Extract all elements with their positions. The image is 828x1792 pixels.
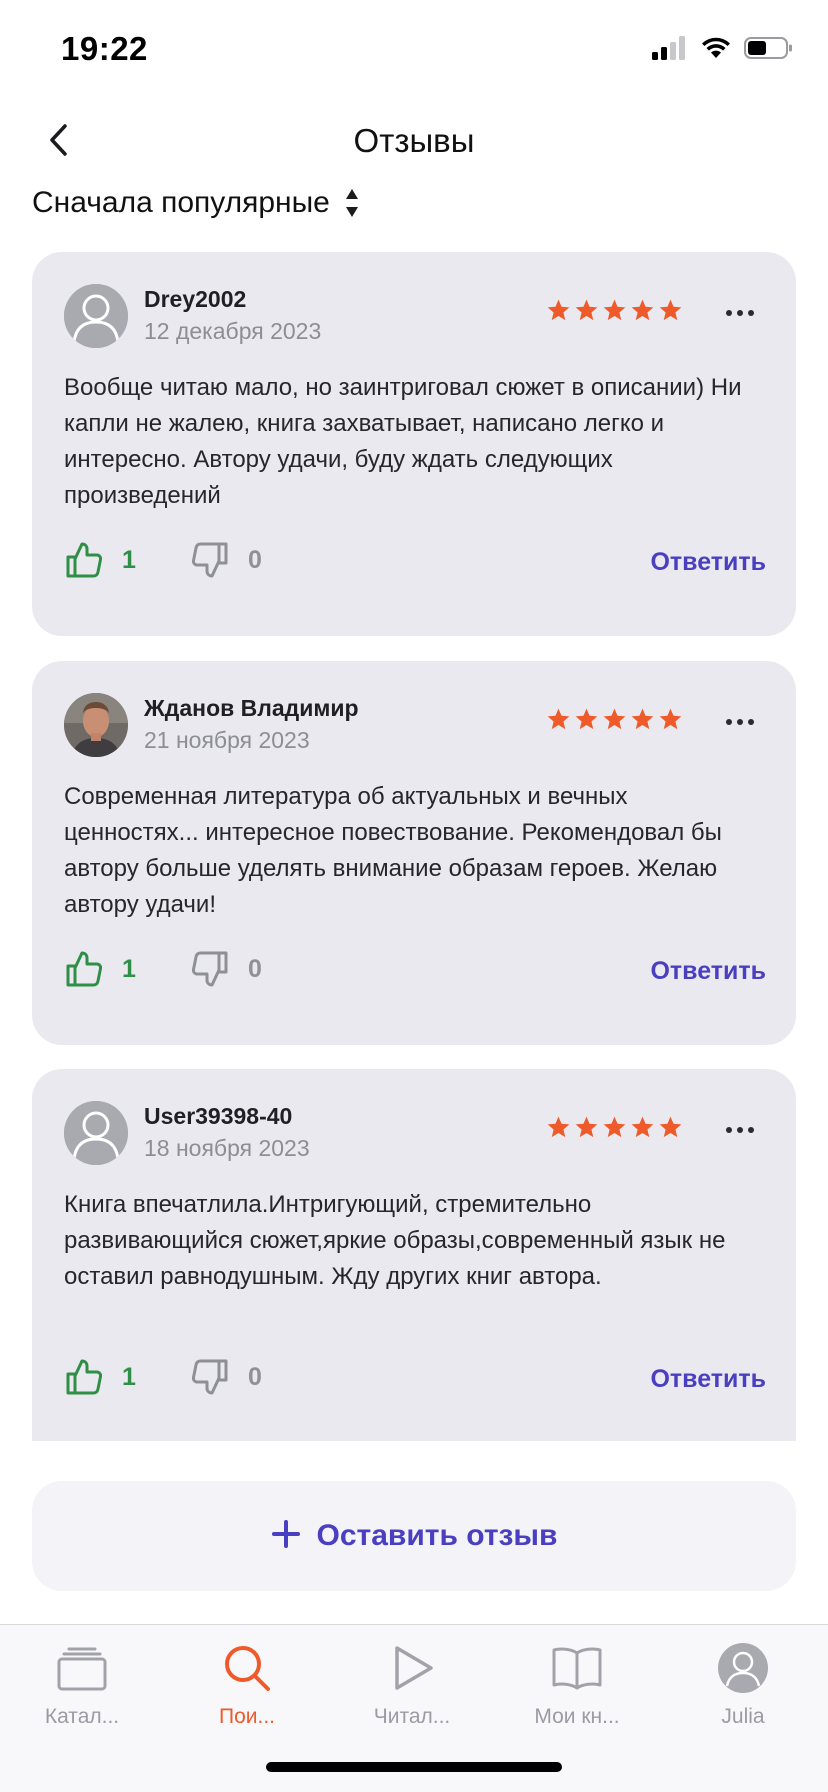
tab-label: Читал... <box>373 1705 451 1728</box>
status-bar: 19:22 <box>0 0 828 100</box>
like-button[interactable]: 1 <box>64 540 136 580</box>
reply-button[interactable]: Ответить <box>650 548 766 577</box>
wifi-icon <box>702 37 730 58</box>
like-count: 1 <box>122 1362 136 1391</box>
page-title: Отзывы <box>353 122 475 159</box>
author-name: User39398-40 <box>144 1103 293 1129</box>
more-options-button[interactable] <box>722 715 758 729</box>
status-time: 19:22 <box>61 30 148 67</box>
default-avatar-icon <box>64 284 128 348</box>
like-count: 1 <box>122 954 136 983</box>
review-card: Drey2002 12 декабря 2023 Вообще читаю ма… <box>32 252 796 636</box>
author-name: Жданов Владимир <box>144 695 359 721</box>
review-actions: 1 0 Ответить <box>64 540 766 586</box>
dislike-count: 0 <box>248 1362 262 1391</box>
play-icon <box>395 1646 433 1690</box>
leave-review-button[interactable]: Оставить отзыв <box>32 1481 796 1591</box>
author-name: Drey2002 <box>144 286 247 312</box>
review-text: Книга впечатлила.Интригующий, стремитель… <box>64 1191 726 1290</box>
star-icon <box>547 708 570 730</box>
default-avatar-icon <box>64 1101 128 1165</box>
dislike-button[interactable]: 0 <box>190 949 262 989</box>
like-button[interactable]: 1 <box>64 949 136 989</box>
star-icon <box>659 708 682 730</box>
star-icon <box>547 1116 570 1138</box>
thumbs-down-icon <box>191 951 228 987</box>
avatar <box>64 1101 128 1165</box>
star-icon <box>547 299 570 321</box>
cellular-signal-icon <box>652 36 685 60</box>
review-text: Вообще читаю мало, но заинтриговал сюжет… <box>64 374 742 509</box>
thumbs-up-icon <box>66 1359 103 1395</box>
search-icon <box>225 1646 270 1691</box>
tab-catalog[interactable]: Катал... <box>7 1637 157 1729</box>
book-icon <box>552 1647 602 1690</box>
sort-label: Сначала популярные <box>32 186 330 219</box>
reply-button[interactable]: Ответить <box>650 957 766 986</box>
thumbs-down-icon <box>191 1359 228 1395</box>
star-icon <box>631 1116 654 1138</box>
plus-icon <box>271 1516 301 1556</box>
thumbs-up-icon <box>66 542 103 578</box>
avatar <box>64 284 128 348</box>
tab-reading[interactable]: Читал... <box>337 1637 487 1729</box>
star-icon <box>575 1116 598 1138</box>
tab-label: Пои... <box>218 1705 275 1728</box>
dislike-count: 0 <box>248 545 262 574</box>
review-date: 12 декабря 2023 <box>144 318 322 344</box>
more-options-button[interactable] <box>722 306 758 320</box>
tab-label: Julia <box>721 1705 765 1728</box>
tab-my-books[interactable]: Мои кн... <box>502 1637 652 1729</box>
thumbs-down-icon <box>191 542 228 578</box>
star-icon <box>575 299 598 321</box>
review-actions: 1 0 Ответить <box>64 1357 766 1403</box>
thumbs-up-icon <box>66 951 103 987</box>
star-icon <box>659 1116 682 1138</box>
star-icon <box>603 708 626 730</box>
like-count: 1 <box>122 545 136 574</box>
review-date: 18 ноября 2023 <box>144 1135 310 1161</box>
avatar <box>64 693 128 757</box>
more-options-button[interactable] <box>722 1123 758 1137</box>
sort-selector[interactable]: Сначала популярные <box>32 186 360 220</box>
review-card: User39398-40 18 ноября 2023 Книга впечат… <box>32 1069 796 1441</box>
status-icons <box>652 36 794 60</box>
dislike-button[interactable]: 0 <box>190 1357 262 1397</box>
star-icon <box>603 1116 626 1138</box>
profile-avatar-icon <box>718 1643 768 1693</box>
user-photo <box>64 693 128 757</box>
like-button[interactable]: 1 <box>64 1357 136 1397</box>
rating-stars <box>546 298 683 323</box>
review-date: 21 ноября 2023 <box>144 727 310 753</box>
reply-button[interactable]: Ответить <box>650 1365 766 1394</box>
star-icon <box>659 299 682 321</box>
catalog-icon <box>57 1647 107 1691</box>
star-icon <box>603 299 626 321</box>
tab-profile[interactable]: Julia <box>668 1637 818 1729</box>
leave-review-label: Оставить отзыв <box>316 1519 558 1552</box>
rating-stars <box>546 1115 683 1140</box>
sort-arrows-icon <box>345 189 358 217</box>
star-icon <box>575 708 598 730</box>
review-text: Современная литература об актуальных и в… <box>64 783 722 918</box>
dislike-button[interactable]: 0 <box>190 540 262 580</box>
tab-label: Мои кн... <box>534 1705 620 1728</box>
star-icon <box>631 299 654 321</box>
navigation-bar: Отзывы <box>0 110 828 170</box>
review-actions: 1 0 Ответить <box>64 949 766 995</box>
home-indicator <box>266 1762 562 1772</box>
tab-search[interactable]: Пои... <box>172 1637 322 1729</box>
star-icon <box>631 708 654 730</box>
battery-icon <box>744 37 792 59</box>
review-card: Жданов Владимир 21 ноября 2023 Современн… <box>32 661 796 1045</box>
tab-label: Катал... <box>44 1705 120 1728</box>
dislike-count: 0 <box>248 954 262 983</box>
rating-stars <box>546 707 683 732</box>
